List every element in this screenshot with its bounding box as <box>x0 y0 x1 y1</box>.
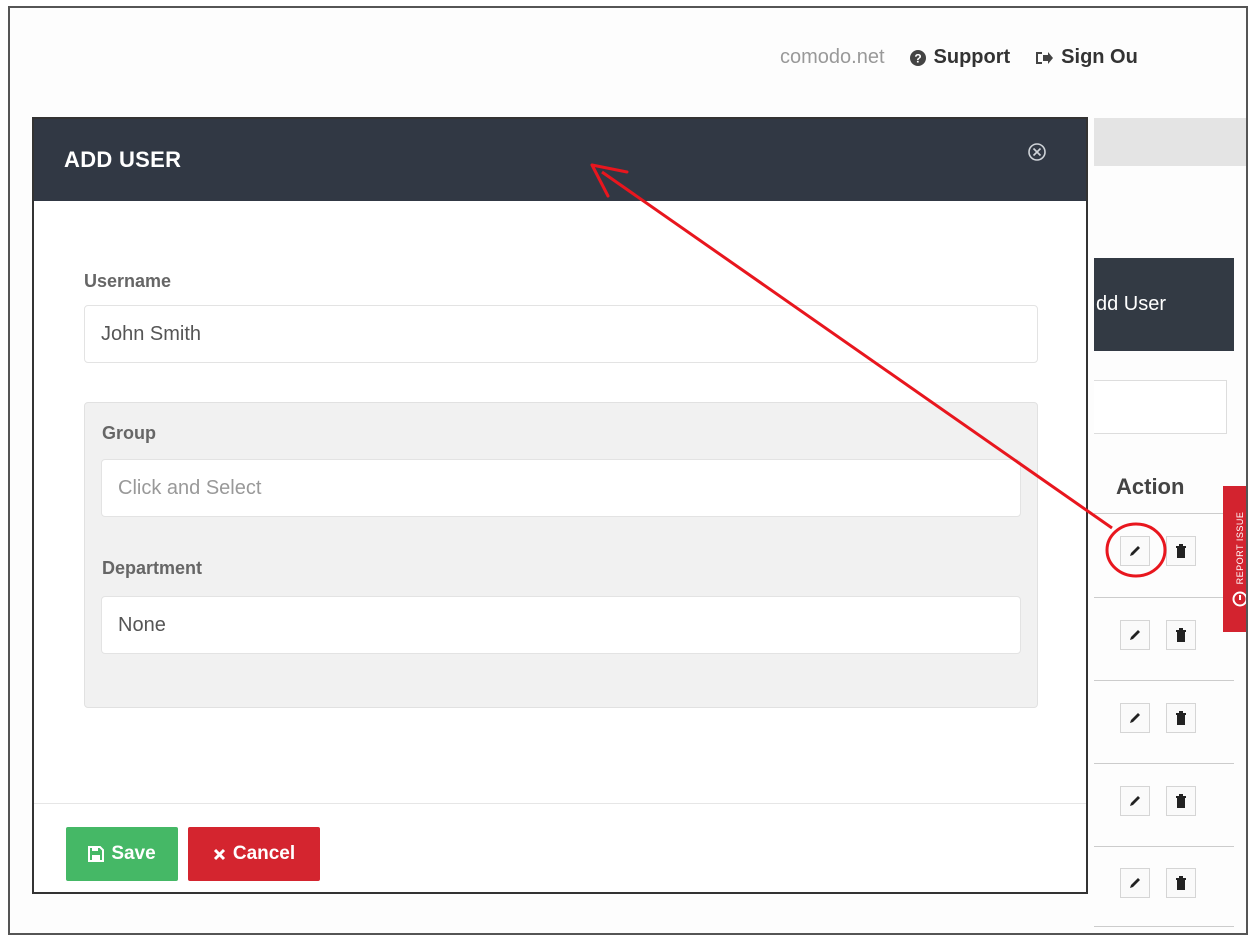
edit-button[interactable] <box>1120 536 1150 566</box>
group-label: Group <box>102 423 156 443</box>
background-gray-bar <box>1094 118 1246 166</box>
question-circle-icon: ? <box>909 49 926 66</box>
trash-icon <box>1176 876 1186 890</box>
department-value: None <box>118 613 166 636</box>
delete-button[interactable] <box>1166 786 1196 816</box>
pencil-icon <box>1130 713 1140 723</box>
cancel-label: Cancel <box>232 843 296 864</box>
pencil-icon <box>1130 630 1140 640</box>
delete-button[interactable] <box>1166 868 1196 898</box>
delete-button[interactable] <box>1166 703 1196 733</box>
modal-header: ADD USER <box>34 119 1086 201</box>
delete-button[interactable] <box>1166 536 1196 566</box>
modal-footer-divider <box>34 803 1086 804</box>
row-divider <box>1094 763 1234 764</box>
close-icon[interactable] <box>1026 141 1048 163</box>
cancel-button[interactable]: Cancel <box>188 827 320 881</box>
floppy-disk-icon <box>88 846 105 862</box>
signout-link[interactable]: Sign Ou <box>1034 46 1138 69</box>
row-divider <box>1094 597 1234 598</box>
report-issue-icon <box>1232 591 1246 607</box>
username-label: Username <box>84 271 172 291</box>
report-issue-tab[interactable]: REPORT ISSUE <box>1223 486 1246 632</box>
edit-button[interactable] <box>1120 786 1150 816</box>
row-divider <box>1094 846 1234 847</box>
modal-title: ADD USER <box>64 147 182 172</box>
top-navigation: comodo.net ? Support Sign Ou <box>780 46 1138 69</box>
group-department-panel: Group Click and Select Department None <box>84 402 1038 708</box>
department-select[interactable]: None <box>101 596 1021 654</box>
signout-label: Sign Ou <box>1061 46 1138 68</box>
pencil-icon <box>1130 796 1140 806</box>
trash-icon <box>1176 794 1186 808</box>
action-column-header: Action <box>1116 474 1185 499</box>
row-divider <box>1094 926 1234 927</box>
background-add-user-button[interactable]: dd User <box>1094 258 1234 351</box>
save-button[interactable]: Save <box>66 827 178 881</box>
save-label: Save <box>111 843 156 864</box>
sign-out-icon <box>1036 51 1054 64</box>
edit-button[interactable] <box>1120 620 1150 650</box>
department-label: Department <box>102 558 203 578</box>
group-placeholder: Click and Select <box>118 476 262 499</box>
svg-text:?: ? <box>914 51 921 65</box>
username-value: John Smith <box>101 322 202 345</box>
background-add-user-label: dd User <box>1096 293 1167 315</box>
support-link[interactable]: ? Support <box>909 46 1011 69</box>
pencil-icon <box>1130 878 1140 888</box>
report-issue-label: REPORT ISSUE <box>1235 511 1245 585</box>
background-search-field[interactable] <box>1094 380 1227 434</box>
username-field[interactable]: John Smith <box>84 305 1038 363</box>
trash-icon <box>1176 544 1186 558</box>
times-icon <box>213 848 225 860</box>
edit-button[interactable] <box>1120 703 1150 733</box>
row-divider <box>1094 680 1234 681</box>
pencil-icon <box>1130 546 1140 556</box>
support-label: Support <box>933 46 1011 68</box>
group-select[interactable]: Click and Select <box>101 459 1021 517</box>
row-divider <box>1094 513 1234 514</box>
domain-text: comodo.net <box>780 46 885 68</box>
delete-button[interactable] <box>1166 620 1196 650</box>
trash-icon <box>1176 628 1186 642</box>
trash-icon <box>1176 711 1186 725</box>
add-user-modal: ADD USER Username John Smith Group Click… <box>32 117 1088 894</box>
edit-button[interactable] <box>1120 868 1150 898</box>
